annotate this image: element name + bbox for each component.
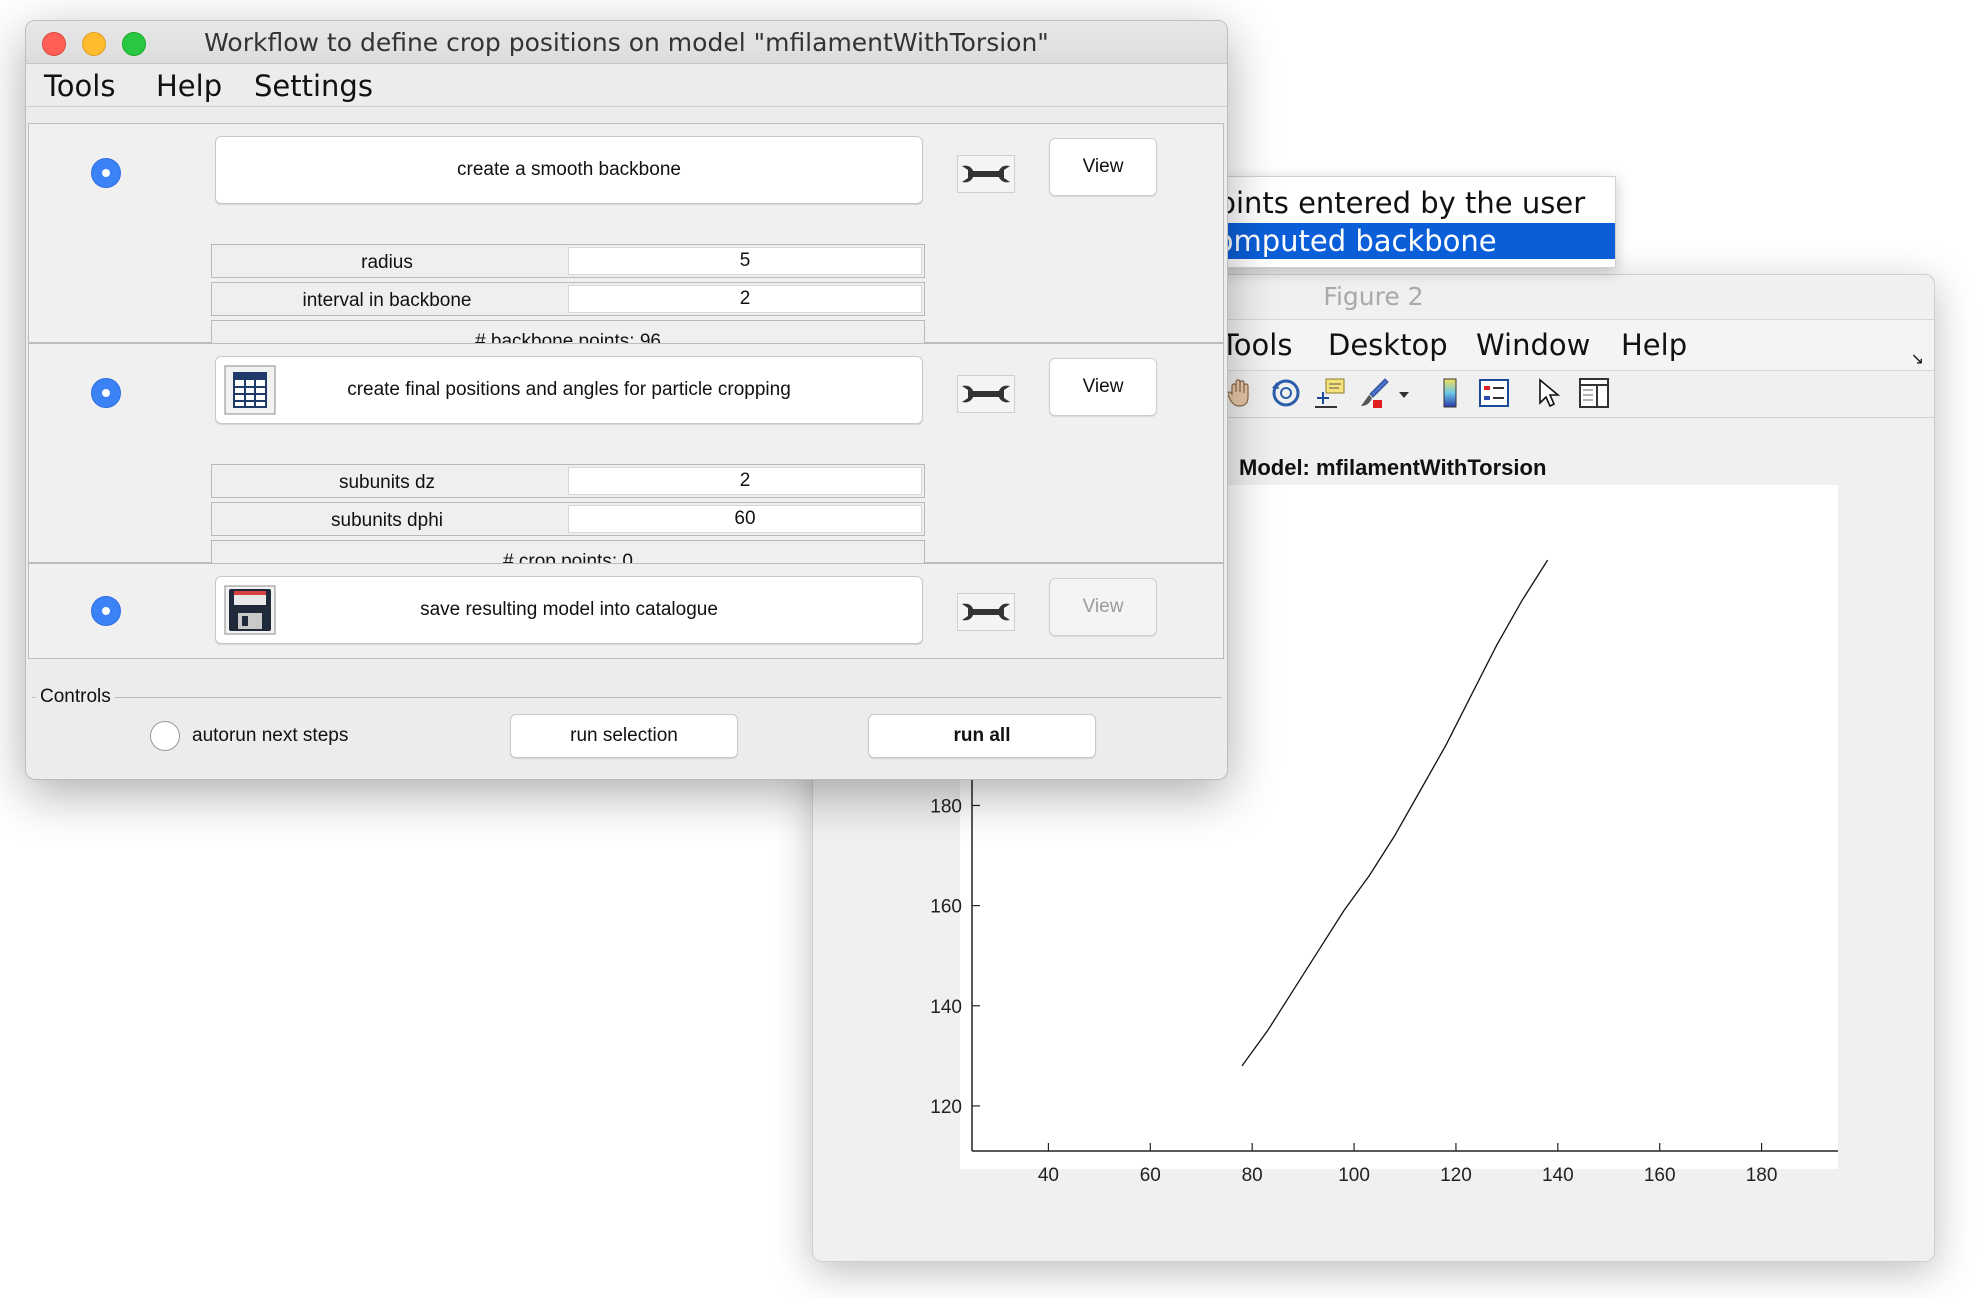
workflow-menubar: Tools Help Settings xyxy=(26,64,1227,106)
workflow-titlebar: Workflow to define crop positions on mod… xyxy=(26,21,1227,64)
param-row-radius: radius 5 xyxy=(211,244,925,278)
y-tick-label: 180 xyxy=(930,796,962,817)
subunits-dphi-input[interactable]: 60 xyxy=(568,505,922,533)
property-inspector-icon[interactable] xyxy=(1577,376,1611,410)
create-backbone-button[interactable]: create a smooth backbone xyxy=(215,136,923,204)
param-row-subunits-dphi: subunits dphi 60 xyxy=(211,502,925,536)
x-tick-label: 180 xyxy=(1746,1165,1778,1186)
step-1-radio[interactable] xyxy=(91,158,121,188)
step-1-settings-wrench-icon[interactable] xyxy=(957,155,1015,193)
figure-menu-help[interactable]: Help xyxy=(1621,320,1687,370)
controls-label: Controls xyxy=(36,686,115,708)
legend-icon[interactable] xyxy=(1477,376,1511,410)
x-tick-label: 40 xyxy=(1038,1165,1059,1186)
step-2-view-button[interactable]: View xyxy=(1049,358,1157,416)
rotate-3d-icon[interactable] xyxy=(1269,376,1303,410)
radius-input[interactable]: 5 xyxy=(568,247,922,275)
step-2-settings-wrench-icon[interactable] xyxy=(957,375,1015,413)
x-tick-label: 160 xyxy=(1644,1165,1676,1186)
param-label-interval: interval in backbone xyxy=(302,290,472,311)
step-3-settings-wrench-icon[interactable] xyxy=(957,593,1015,631)
figure-menu-desktop[interactable]: Desktop xyxy=(1328,320,1448,370)
create-crop-positions-button[interactable]: create final positions and angles for pa… xyxy=(215,356,923,424)
autorun-radio[interactable] xyxy=(150,721,180,751)
param-row-subunits-dz: subunits dz 2 xyxy=(211,464,925,498)
workflow-menu-tools[interactable]: Tools xyxy=(44,64,115,108)
create-crop-positions-label: create final positions and angles for pa… xyxy=(347,379,791,400)
workflow-menu-help[interactable]: Help xyxy=(156,64,222,108)
y-tick-label: 140 xyxy=(930,997,962,1018)
menu-divider xyxy=(26,106,1227,107)
param-label-subunits-dphi: subunits dphi xyxy=(331,510,443,531)
colorbar-icon[interactable] xyxy=(1433,376,1467,410)
figure-menu-tools[interactable]: Tools xyxy=(1221,320,1292,370)
pointer-arrow-icon[interactable] xyxy=(1531,376,1565,410)
interval-input[interactable]: 2 xyxy=(568,285,922,313)
param-label-subunits-dz: subunits dz xyxy=(338,472,436,493)
step-3-radio[interactable] xyxy=(91,596,121,626)
pan-hand-icon[interactable] xyxy=(1223,376,1257,410)
x-tick-label: 80 xyxy=(1242,1165,1263,1186)
y-tick-label: 160 xyxy=(930,897,962,918)
save-model-label: save resulting model into catalogue xyxy=(420,599,718,620)
figure-menu-window[interactable]: Window xyxy=(1476,320,1590,370)
autorun-label: autorun next steps xyxy=(192,725,349,746)
workflow-title: Workflow to define crop positions on mod… xyxy=(204,28,1049,57)
y-tick-label: 120 xyxy=(930,1097,962,1118)
brush-dropdown-icon[interactable] xyxy=(1395,376,1413,410)
series-line-0 xyxy=(1241,559,1549,1067)
floppy-disk-icon xyxy=(224,585,276,635)
param-label-radius: radius xyxy=(361,252,413,273)
run-selection-button[interactable]: run selection xyxy=(510,714,738,758)
workflow-window: Workflow to define crop positions on mod… xyxy=(25,20,1228,780)
save-model-button[interactable]: save resulting model into catalogue xyxy=(215,576,923,644)
step-panel-crop-positions: create final positions and angles for pa… xyxy=(28,343,1224,576)
workflow-menu-settings[interactable]: Settings xyxy=(254,64,373,108)
x-tick-label: 120 xyxy=(1440,1165,1472,1186)
plot-title: Model: mfilamentWithTorsion xyxy=(1239,455,1547,480)
param-row-interval: interval in backbone 2 xyxy=(211,282,925,316)
step-1-view-button[interactable]: View xyxy=(1049,138,1157,196)
x-tick-label: 60 xyxy=(1140,1165,1161,1186)
step-panel-save-model: save resulting model into catalogue View xyxy=(28,563,1224,659)
step-3-view-button[interactable]: View xyxy=(1049,578,1157,636)
x-tick-label: 100 xyxy=(1338,1165,1370,1186)
x-tick-label: 140 xyxy=(1542,1165,1574,1186)
step-2-radio[interactable] xyxy=(91,378,121,408)
step-panel-backbone: create a smooth backbone View radius 5 i… xyxy=(28,123,1224,356)
brush-icon[interactable] xyxy=(1357,376,1391,410)
run-all-button[interactable]: run all xyxy=(868,714,1096,758)
data-cursor-icon[interactable] xyxy=(1313,376,1347,410)
subunits-dz-input[interactable]: 2 xyxy=(568,467,922,495)
spreadsheet-icon xyxy=(224,365,276,415)
